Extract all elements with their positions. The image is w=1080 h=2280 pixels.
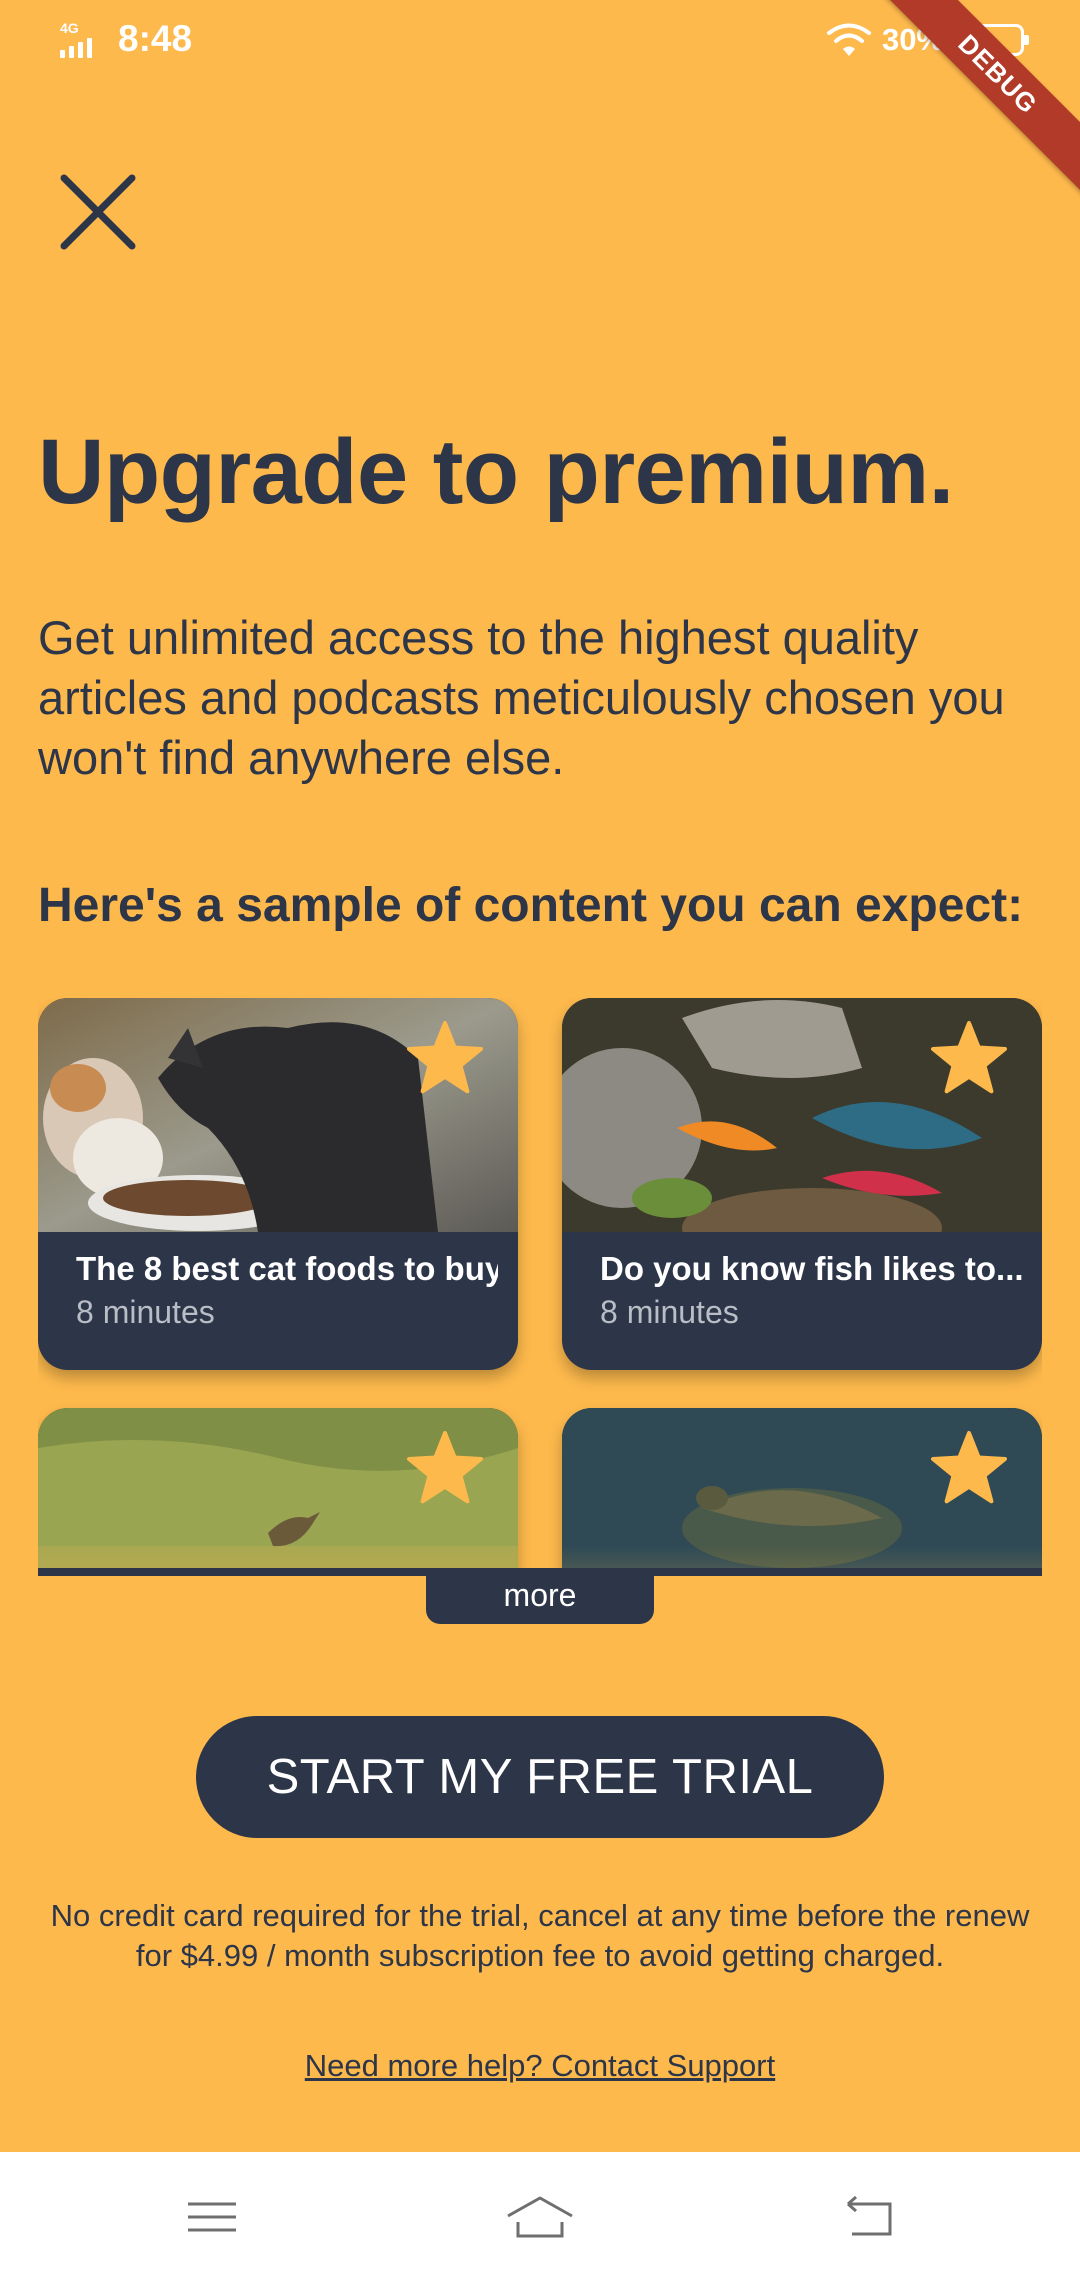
network-type: 4G	[60, 20, 79, 36]
system-nav-bar	[0, 2152, 1080, 2280]
home-icon	[507, 2196, 573, 2238]
status-left: 4G 8:48	[58, 18, 192, 60]
card-read-time: 8 minutes	[76, 1294, 215, 1330]
card-caption: Do you know fish likes to... 8 minutes	[600, 1250, 1022, 1331]
close-button[interactable]	[58, 172, 138, 252]
star-icon[interactable]	[406, 1020, 484, 1096]
back-button[interactable]	[840, 2192, 900, 2242]
card-caption: The 8 best cat foods to buy 8 minutes	[76, 1250, 498, 1331]
menu-icon	[188, 2202, 236, 2232]
status-time: 8:48	[118, 18, 193, 59]
page-description: Get unlimited access to the highest qual…	[38, 611, 1005, 784]
more-button[interactable]: more	[426, 1568, 654, 1624]
star-icon[interactable]	[406, 1430, 484, 1506]
start-trial-button[interactable]: START MY FREE TRIAL	[196, 1716, 884, 1838]
content-card[interactable]	[562, 1408, 1042, 1572]
content-card[interactable]: The 8 best cat foods to buy 8 minutes	[38, 998, 518, 1370]
content-card[interactable]	[38, 1408, 518, 1572]
close-icon	[60, 174, 136, 250]
card-title: Do you know fish likes to...	[600, 1250, 1022, 1287]
star-icon[interactable]	[930, 1430, 1008, 1506]
sample-heading: Here's a sample of content you can expec…	[38, 879, 1024, 932]
card-title: The 8 best cat foods to buy	[76, 1250, 498, 1287]
home-button[interactable]	[504, 2192, 576, 2242]
content-cards: The 8 best cat foods to buy 8 minutes Do…	[38, 998, 1042, 1572]
signal-icon: 4G	[58, 18, 100, 60]
trial-disclaimer: No credit card required for the trial, c…	[50, 1898, 1030, 1973]
menu-button[interactable]	[182, 2192, 242, 2242]
contact-support-link[interactable]: Need more help? Contact Support	[0, 2048, 1080, 2084]
page-title: Upgrade to premium.	[38, 421, 954, 523]
wifi-icon	[826, 23, 871, 56]
star-icon[interactable]	[930, 1020, 1008, 1096]
back-icon	[847, 2195, 892, 2236]
card-read-time: 8 minutes	[600, 1294, 739, 1330]
content-card[interactable]: Do you know fish likes to... 8 minutes	[562, 998, 1042, 1370]
